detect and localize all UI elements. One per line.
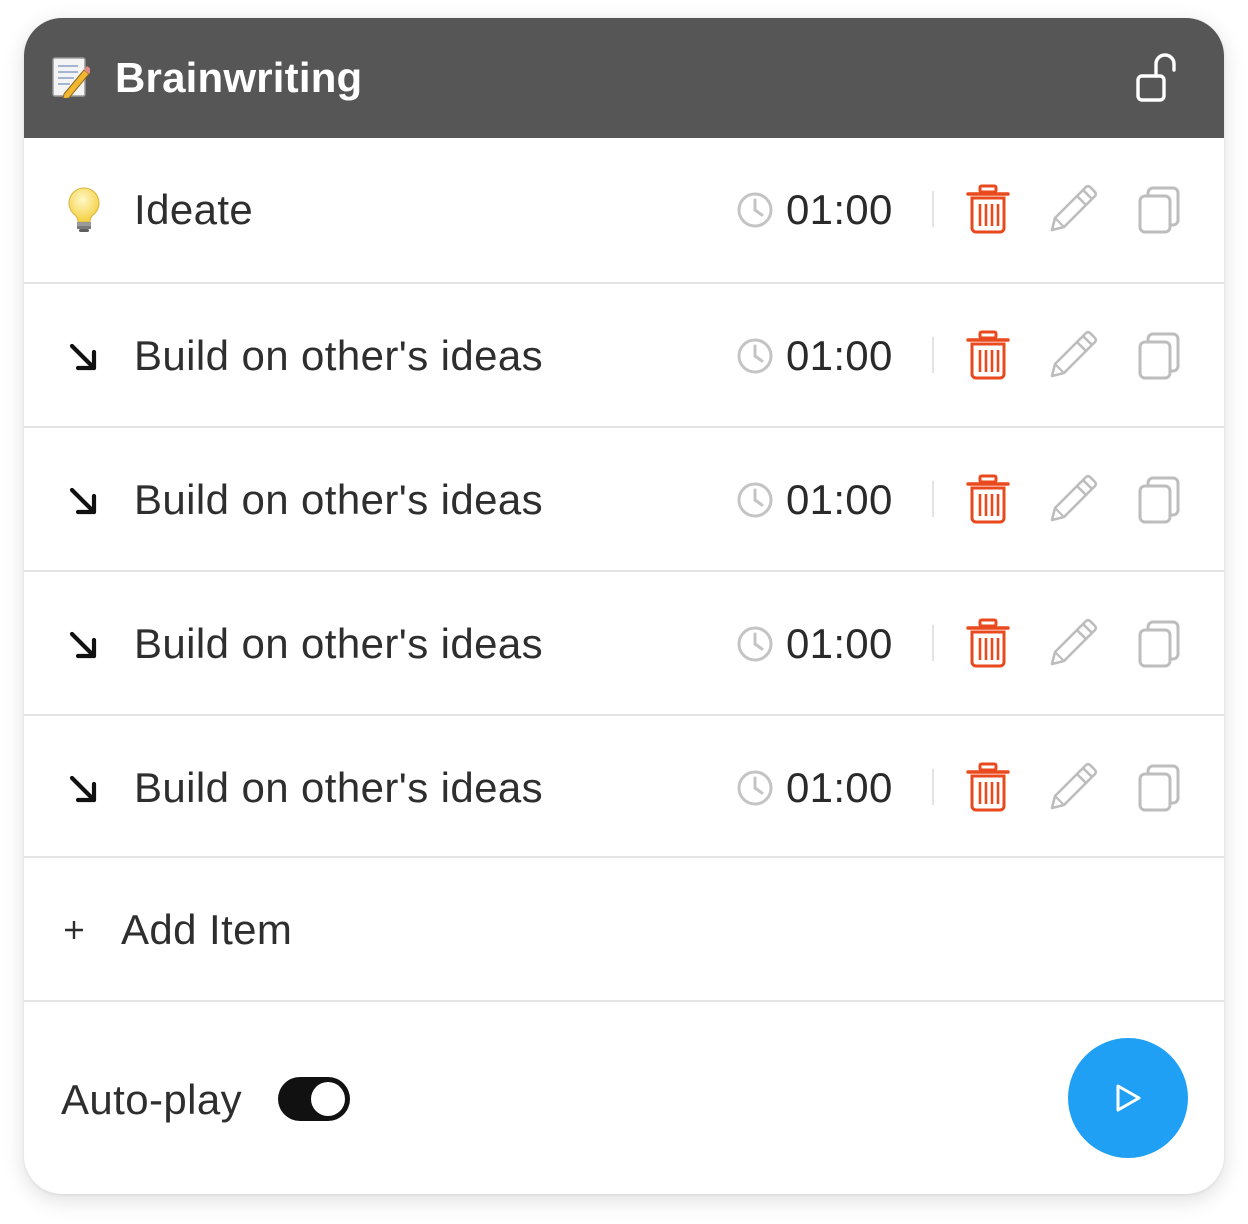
panel-footer: Auto-play [24,1000,1224,1194]
plus-icon [65,921,83,939]
copy-icon[interactable] [1136,762,1184,814]
divider [932,337,934,373]
divider [932,191,934,227]
item-label: Build on other's ideas [134,620,544,667]
agenda-item-row[interactable]: Build on other's ideas 01:00 [24,570,1224,712]
pencil-icon[interactable] [1046,184,1098,236]
arrow-down-right-icon [64,620,104,668]
clock-icon [736,337,774,375]
pencil-icon[interactable] [1046,618,1098,670]
clock-icon [736,481,774,519]
trash-icon[interactable] [966,474,1010,524]
play-icon [1116,1084,1141,1112]
memo-icon [52,57,90,98]
arrow-down-right-icon [64,476,104,524]
copy-icon[interactable] [1136,330,1184,382]
clock-icon [736,769,774,807]
item-duration: 01:00 [786,332,893,379]
item-label: Build on other's ideas [134,764,544,811]
add-item-label: Add Item [121,906,293,953]
panel-title: Brainwriting [115,54,363,101]
unlock-icon[interactable] [1134,52,1182,104]
autoplay-toggle[interactable] [278,1077,350,1121]
item-duration: 01:00 [786,476,893,523]
pencil-icon[interactable] [1046,762,1098,814]
arrow-down-right-icon [64,764,104,812]
item-duration: 01:00 [786,764,893,811]
copy-icon[interactable] [1136,184,1184,236]
play-button[interactable] [1068,1038,1188,1158]
copy-icon[interactable] [1136,618,1184,670]
trash-icon[interactable] [966,618,1010,668]
arrow-down-right-icon [64,332,104,380]
trash-icon[interactable] [966,762,1010,812]
agenda-item-row[interactable]: Build on other's ideas 01:00 [24,426,1224,568]
clock-icon [736,625,774,663]
agenda-item-row[interactable]: Build on other's ideas 01:00 [24,282,1224,424]
pencil-icon[interactable] [1046,330,1098,382]
brainwriting-panel: Brainwriting Ideate 01:00 Build on other's… [24,18,1224,1194]
toggle-knob [311,1082,345,1116]
divider [932,481,934,517]
item-duration: 01:00 [786,186,893,233]
panel-header: Brainwriting [24,18,1224,138]
pencil-icon[interactable] [1046,474,1098,526]
trash-icon[interactable] [966,184,1010,234]
add-item-button[interactable]: Add Item [24,856,1224,1000]
item-label: Build on other's ideas [134,332,544,379]
divider [932,769,934,805]
item-label: Ideate [134,186,254,233]
item-duration: 01:00 [786,620,893,667]
trash-icon[interactable] [966,330,1010,380]
agenda-item-row[interactable]: Build on other's ideas 01:00 [24,714,1224,856]
agenda-item-row[interactable]: Ideate 01:00 [24,138,1224,280]
item-label: Build on other's ideas [134,476,544,523]
lightbulb-icon [64,186,104,234]
divider [932,625,934,661]
copy-icon[interactable] [1136,474,1184,526]
clock-icon [736,191,774,229]
autoplay-label: Auto-play [61,1076,243,1123]
